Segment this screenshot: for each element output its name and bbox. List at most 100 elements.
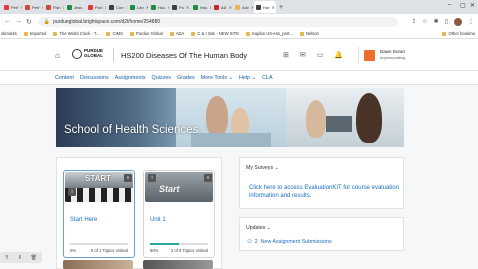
bookmark-item[interactable]: Nelson <box>299 31 319 36</box>
sidebar-icon[interactable]: ▯ <box>445 18 448 25</box>
tab-label: Po <box>179 4 184 10</box>
close-tab-icon[interactable]: ✕ <box>63 5 64 10</box>
nav-item[interactable]: More Tools ⌄ <box>201 75 233 81</box>
updates-title[interactable]: Updates ⌄ <box>246 225 271 231</box>
close-tab-icon[interactable]: ✕ <box>209 5 211 10</box>
browser-tab[interactable]: Perf✕ <box>2 1 22 13</box>
nav-item[interactable]: Content <box>55 75 74 81</box>
close-tab-icon[interactable]: ✕ <box>146 5 148 10</box>
tab-label: Fish <box>53 4 61 10</box>
browser-tab[interactable]: Perf✕ <box>23 1 43 13</box>
maximize-icon[interactable]: ▢ <box>460 2 466 9</box>
tab-favicon <box>67 4 72 10</box>
tab-favicon <box>109 4 114 10</box>
nav-item[interactable]: CLA <box>262 75 273 81</box>
forward-icon[interactable]: → <box>15 18 22 25</box>
home-icon[interactable]: ⌂ <box>55 51 60 60</box>
back-icon[interactable]: ← <box>4 18 11 25</box>
minimize-icon[interactable]: – <box>448 2 451 8</box>
browser-tab[interactable]: Hou✕ <box>149 1 169 13</box>
unit-tile-peek[interactable] <box>143 260 213 269</box>
close-tab-icon[interactable]: ✕ <box>167 5 169 10</box>
bookmark-label: Kaplan US-ess_port... <box>252 31 293 36</box>
share-icon[interactable]: ⇪ <box>411 18 416 25</box>
other-bookmarks[interactable]: Other bookma <box>442 31 475 36</box>
bookmark-icon <box>106 31 111 36</box>
pause-icon[interactable]: ‖ <box>19 255 21 261</box>
bookmarks-label[interactable]: okmarks <box>1 31 17 36</box>
message-icon[interactable]: ✉ <box>300 51 306 59</box>
nav-item[interactable]: Help ⌄ <box>239 75 256 81</box>
tab-label: Perf <box>11 4 19 10</box>
user-name[interactable]: Dawn Duran <box>380 49 405 54</box>
browser-tab[interactable]: Hor ✕ <box>254 1 276 13</box>
unit-tile-unit-1[interactable]: Start i » Unit 1 50% 3 of 6 Topics Visit… <box>143 170 215 258</box>
expand-icon[interactable]: » <box>124 174 132 182</box>
expand-icon[interactable]: » <box>204 174 212 182</box>
unit-tile-start-here[interactable]: START i » Start Here 0% 0 of 1 Topics Vi… <box>63 170 135 258</box>
browser-tab[interactable]: Lan ✕ <box>128 1 148 13</box>
new-tab-icon[interactable]: + <box>279 4 283 11</box>
reload-icon[interactable]: ↻ <box>26 18 32 26</box>
profile-avatar[interactable] <box>454 17 462 26</box>
browser-tab[interactable]: Jess✕ <box>65 1 85 13</box>
course-title[interactable]: HS200 Diseases Of The Human Body <box>121 51 247 60</box>
close-tab-icon[interactable]: ✕ <box>84 5 85 10</box>
bookmark-item[interactable]: Purdue Global <box>129 31 163 36</box>
purdue-global-logo[interactable]: PURDUE GLOBAL <box>72 49 103 59</box>
tab-favicon <box>193 4 198 10</box>
chevron-down-icon[interactable]: ⌄ <box>267 225 271 231</box>
drag-handle-icon[interactable]: ⠿ <box>5 255 9 261</box>
chat-icon[interactable]: ▭ <box>317 51 324 59</box>
tab-label: Hor <box>263 4 270 10</box>
close-tab-icon[interactable]: ✕ <box>271 5 274 10</box>
browser-tab[interactable]: Hou✕ <box>191 1 211 13</box>
bookmark-item[interactable]: C & I Site - NEW SITE <box>191 31 239 36</box>
bookmark-item[interactable]: Imported <box>23 31 46 36</box>
unit-title[interactable]: Start Here <box>70 217 97 223</box>
close-tab-icon[interactable]: ✕ <box>229 5 232 10</box>
close-tab-icon[interactable]: ✕ <box>20 5 22 10</box>
course-selector-icon[interactable]: ⊞ <box>283 51 289 59</box>
bookmark-item[interactable]: Kaplan US-ess_port... <box>246 31 293 36</box>
close-tab-icon[interactable]: ✕ <box>105 5 106 10</box>
info-icon[interactable]: i <box>148 174 156 182</box>
trash-icon[interactable]: 🗑 <box>31 255 37 261</box>
tab-favicon <box>88 4 93 10</box>
bookmark-icon <box>246 31 250 36</box>
chevron-down-icon[interactable]: ⌄ <box>275 165 279 171</box>
tab-label: Jess <box>74 4 83 10</box>
evaluationkit-link[interactable]: Click here to access EvaluationKIT for c… <box>249 184 399 200</box>
close-tab-icon[interactable]: ✕ <box>251 5 253 10</box>
close-tab-icon[interactable]: ✕ <box>126 5 127 10</box>
menu-icon[interactable]: ⋮ <box>468 18 474 25</box>
nav-item[interactable]: Grades <box>177 75 195 81</box>
browser-tab[interactable]: Fish✕ <box>44 1 64 13</box>
browser-tab[interactable]: Po ✕ <box>170 1 190 13</box>
notification-bell-icon[interactable]: 🔔 <box>334 51 343 59</box>
nav-item[interactable]: Assignments <box>115 75 146 81</box>
browser-tab[interactable]: Fish✕ <box>86 1 106 13</box>
nav-item[interactable]: Quizzes <box>152 75 171 81</box>
browser-tab[interactable]: Curr✕ <box>107 1 127 13</box>
star-icon[interactable]: ☆ <box>422 18 427 25</box>
close-window-icon[interactable]: ✕ <box>470 2 475 9</box>
close-tab-icon[interactable]: ✕ <box>41 5 43 10</box>
url-field[interactable]: 🔒 purdueglobal.brightspace.com/d2l/home/… <box>37 16 398 27</box>
browser-tab[interactable]: Adv ✕ <box>233 1 253 13</box>
user-avatar[interactable] <box>364 50 375 61</box>
bookmark-item[interactable]: ADA <box>169 31 184 36</box>
banner-title: School of Health Sciences <box>64 124 199 136</box>
bookmark-item[interactable]: CIMS <box>106 31 123 36</box>
bookmark-item[interactable]: The World Clock - T... <box>53 31 99 36</box>
close-tab-icon[interactable]: ✕ <box>186 5 189 10</box>
extensions-icon[interactable]: ✱ <box>434 18 439 25</box>
unit-tile-peek[interactable] <box>63 260 133 269</box>
nav-item[interactable]: Discussions <box>80 75 109 81</box>
updates-item[interactable]: ⚇ 2 New Assignment Submissions <box>247 239 332 245</box>
address-bar-row: ← → ↻ 🔒 purdueglobal.brightspace.com/d2l… <box>0 14 478 29</box>
info-icon[interactable]: i <box>68 188 76 196</box>
unit-title[interactable]: Unit 1 <box>150 217 166 223</box>
browser-tab[interactable]: AD ✕ <box>212 1 232 13</box>
surveys-title[interactable]: My Surveys ⌄ <box>246 165 279 171</box>
